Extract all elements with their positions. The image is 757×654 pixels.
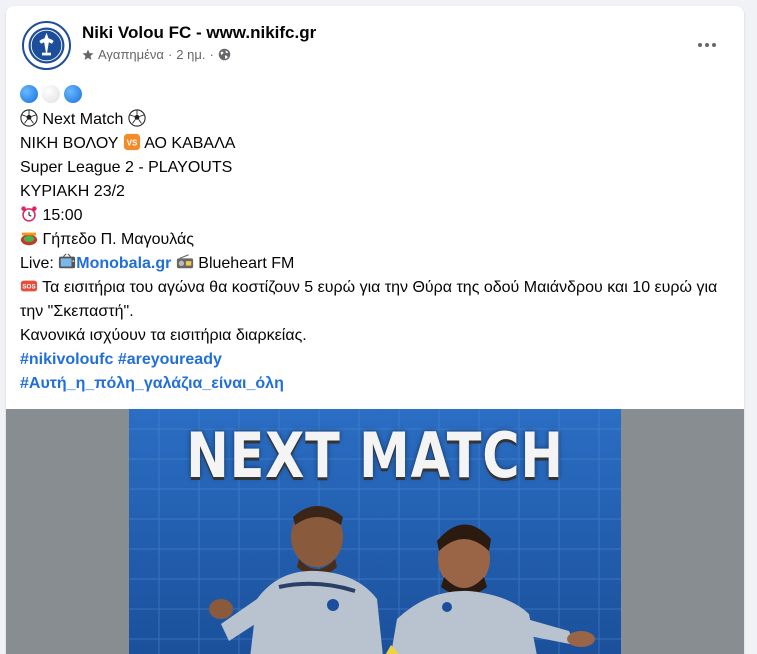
white-circle-icon: [42, 85, 60, 103]
season-tickets-line: Κανονικά ισχύουν τα εισιτήρια διαρκείας.: [20, 327, 307, 344]
post-time[interactable]: 2 ημ.: [176, 47, 205, 62]
post-text: Next Match ΝΙΚΗ ΒΟΛΟΥ VS ΑΟ ΚΑΒΑΛΑ Super…: [20, 84, 732, 396]
tickets-line: SOS Τα εισιτήρια του αγώνα θα κοστίζουν …: [20, 276, 732, 324]
post-media[interactable]: NEXT MATCH: [6, 409, 744, 654]
live-label: Live:: [20, 255, 54, 272]
page-avatar[interactable]: [22, 21, 71, 70]
vs-badge-icon: VS: [123, 133, 140, 151]
more-dot: [705, 43, 709, 47]
tickets-text: Τα εισιτήρια του αγώνα θα κοστίζουν 5 ευ…: [20, 279, 718, 320]
hashtags-line: #nikivoloufc #areyouready: [20, 348, 732, 372]
globe-icon[interactable]: [218, 48, 231, 61]
radio-icon: [176, 254, 193, 269]
away-team: ΑΟ ΚΑΒΑΛΑ: [144, 135, 236, 152]
post-header: Niki Volou FC - www.nikifc.gr Αγαπημένα …: [6, 6, 744, 80]
home-team: ΝΙΚΗ ΒΟΛΟΥ: [20, 135, 119, 152]
vs-badge-text: VS: [126, 139, 137, 148]
more-options-button[interactable]: [692, 30, 722, 60]
hashtag-nikivoloufc[interactable]: #nikivoloufc: [20, 351, 113, 368]
league-line: Super League 2 - PLAYOUTS: [20, 159, 233, 176]
stadium-line: Γήπεδο Π. Μαγουλάς: [20, 228, 732, 252]
blue-circle-icon: [64, 85, 82, 103]
blue-circle-icon: [20, 85, 38, 103]
teams-line: ΝΙΚΗ ΒΟΛΟΥ VS ΑΟ ΚΑΒΑΛΑ: [20, 132, 732, 156]
monobala-link[interactable]: Monobala.gr: [76, 255, 171, 272]
more-dots-icon: [698, 43, 702, 47]
stadium-icon: [20, 232, 38, 246]
star-icon: [82, 49, 94, 60]
page-name[interactable]: Niki Volou FC - www.nikifc.gr: [82, 23, 316, 43]
next-match-text: Next Match: [42, 111, 124, 128]
soccer-ball-icon: [20, 109, 38, 127]
meta-separator: ·: [167, 47, 173, 62]
time-line: 15:00: [20, 204, 732, 228]
match-time: 15:00: [42, 207, 83, 224]
tv-icon: [59, 253, 76, 269]
radio-station: Blueheart FM: [198, 255, 295, 272]
hashtag-city-blue[interactable]: #Αυτή_η_πόλη_γαλάζια_είναι_όλη: [20, 375, 284, 392]
live-line: Live: Monobala.gr Blueheart FM: [20, 252, 732, 276]
color-dots-line: [20, 84, 732, 108]
alarm-clock-icon: [21, 206, 37, 222]
post-meta: Αγαπημένα · 2 ημ. ·: [82, 47, 231, 62]
meta-separator: ·: [209, 47, 214, 62]
more-dot: [712, 43, 716, 47]
club-crest-icon: [24, 23, 69, 68]
hashtag-line-2: #Αυτή_η_πόλη_γαλάζια_είναι_όλη: [20, 372, 732, 396]
soccer-ball-icon: [128, 109, 146, 127]
stadium-name: Γήπεδο Π. Μαγουλάς: [42, 231, 194, 248]
poster-title: NEXT MATCH: [186, 419, 564, 492]
date-line: ΚΥΡΙΑΚΗ 23/2: [20, 183, 125, 200]
post-card: Niki Volou FC - www.nikifc.gr Αγαπημένα …: [6, 6, 744, 654]
match-poster-image[interactable]: NEXT MATCH: [129, 409, 621, 654]
favorites-label[interactable]: Αγαπημένα: [98, 47, 164, 62]
sos-icon: SOS: [20, 280, 38, 292]
next-match-line: Next Match: [20, 108, 732, 132]
hashtag-areyouready[interactable]: #areyouready: [118, 351, 222, 368]
sos-badge-text: SOS: [22, 284, 35, 291]
